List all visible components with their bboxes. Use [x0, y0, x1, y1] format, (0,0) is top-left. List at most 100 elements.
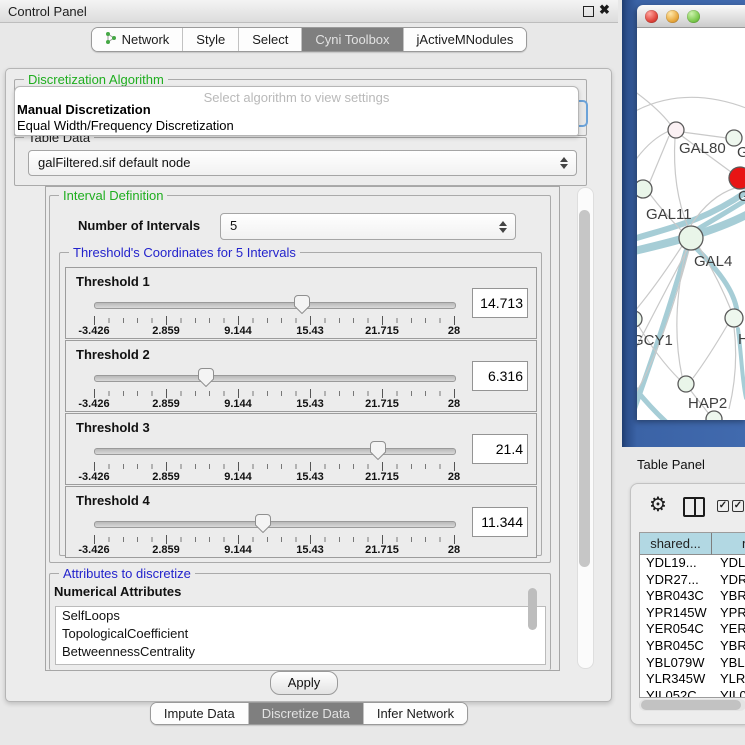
table-row[interactable]: YPR145WYPR1...	[640, 605, 745, 622]
node-label: H	[738, 331, 745, 348]
major-tick	[238, 535, 239, 544]
slider-ticks	[94, 318, 455, 323]
table-data-group: Table Data galFiltered.sif default node	[14, 137, 587, 186]
column-header[interactable]: shared...	[640, 533, 712, 555]
node-table[interactable]: shared...na... YDL19...YDL1...YDR27...YD…	[639, 532, 745, 698]
tab-impute-data[interactable]: Impute Data	[151, 703, 249, 724]
number-of-intervals-combo[interactable]: 5	[220, 213, 516, 240]
float-window-icon[interactable]	[583, 6, 594, 17]
major-tick	[94, 462, 95, 471]
columns-icon[interactable]	[683, 497, 705, 517]
threshold-slider[interactable]: -3.4262.8599.14415.4321.71528	[90, 367, 459, 407]
threshold-row: Threshold 4-3.4262.8599.14415.4321.71528…	[65, 486, 537, 558]
node-label: GAL80	[679, 140, 726, 157]
scrollbar-thumb[interactable]	[579, 210, 590, 567]
major-tick	[382, 535, 383, 544]
tick-label: -3.426	[78, 398, 109, 410]
cell-name: YBL0...	[713, 655, 745, 672]
network-node-gal80[interactable]	[668, 122, 684, 138]
panel-vertical-scrollbar[interactable]	[577, 187, 594, 669]
network-node[interactable]	[725, 309, 743, 327]
major-tick	[238, 389, 239, 398]
slider-thumb[interactable]	[255, 514, 271, 538]
cell-shared-name: YER054C	[640, 621, 713, 638]
slider-tick-labels: -3.4262.8599.14415.4321.71528	[94, 544, 455, 556]
major-tick	[238, 462, 239, 471]
major-tick	[454, 535, 455, 544]
table-row[interactable]: YBR043CYBR0...	[640, 588, 745, 605]
scrollbar-thumb[interactable]	[641, 700, 741, 710]
major-tick	[238, 316, 239, 325]
threshold-value-field[interactable]: 6.316	[472, 361, 528, 391]
list-item[interactable]: BetweennessCentrality	[56, 643, 545, 661]
cyni-toolbox-panel: Discretization Algorithm Select algorith…	[5, 68, 612, 702]
major-tick	[454, 316, 455, 325]
algorithm-option-equal-width[interactable]: Equal Width/Frequency Discretization	[17, 118, 234, 133]
tab-label: Cyni Toolbox	[315, 32, 389, 47]
tab-label: jActiveMNodules	[417, 32, 514, 47]
threshold-value-field[interactable]: 11.344	[472, 507, 528, 537]
tab-network[interactable]: Network	[92, 28, 184, 51]
list-item[interactable]: TopologicalCoefficient	[56, 625, 545, 643]
slider-ticks	[94, 391, 455, 396]
slider-tick-labels: -3.4262.8599.14415.4321.71528	[94, 398, 455, 410]
algorithm-option-manual[interactable]: Manual Discretization	[17, 102, 151, 117]
node-label: HAP2	[688, 395, 727, 412]
cell-name: YIL0...	[713, 688, 745, 698]
thresholds-group: Threshold's Coordinates for 5 Intervals …	[59, 252, 542, 556]
tab-select[interactable]: Select	[239, 28, 302, 51]
network-node[interactable]	[729, 167, 745, 189]
apply-button[interactable]: Apply	[270, 671, 338, 695]
close-traffic-light-icon[interactable]	[645, 10, 658, 23]
attributes-group-label: Attributes to discretize	[59, 566, 195, 581]
table-row[interactable]: YDR27...YDR2...	[640, 572, 745, 589]
minimize-traffic-light-icon[interactable]	[666, 10, 679, 23]
numerical-attributes-list[interactable]: SelfLoopsTopologicalCoefficientBetweenne…	[55, 606, 546, 665]
threshold-slider[interactable]: -3.4262.8599.14415.4321.71528	[90, 294, 459, 334]
list-item[interactable]: SelfLoops	[56, 607, 545, 625]
attributes-list-scrollbar[interactable]	[528, 588, 537, 630]
checkbox-icon[interactable]: ✓	[732, 500, 744, 512]
network-canvas[interactable]: GAL80GAGGAL11GAL4GCY1HHAP2	[637, 28, 745, 420]
tab-jactivemnodules[interactable]: jActiveMNodules	[404, 28, 527, 51]
network-node-gal4[interactable]	[679, 226, 703, 250]
tab-discretize-data[interactable]: Discretize Data	[249, 703, 364, 724]
checkbox-icon[interactable]: ✓	[717, 500, 729, 512]
table-row[interactable]: YLR345WYLR3...	[640, 671, 745, 688]
zoom-traffic-light-icon[interactable]	[687, 10, 700, 23]
table-horizontal-scrollbar[interactable]	[639, 699, 745, 711]
threshold-slider[interactable]: -3.4262.8599.14415.4321.71528	[90, 440, 459, 480]
tick-label: 15.43	[296, 471, 324, 483]
threshold-slider[interactable]: -3.4262.8599.14415.4321.71528	[90, 513, 459, 553]
tab-infer-network[interactable]: Infer Network	[364, 703, 467, 724]
table-row[interactable]: YDL19...YDL1...	[640, 555, 745, 572]
table-row[interactable]: YBR045CYBR0...	[640, 638, 745, 655]
threshold-value-field[interactable]: 14.713	[472, 288, 528, 318]
network-edge	[637, 88, 670, 124]
network-window-titlebar[interactable]	[637, 5, 745, 28]
network-node[interactable]	[637, 180, 652, 198]
threshold-label: Threshold 1	[76, 274, 150, 289]
tick-label: -3.426	[78, 325, 109, 337]
table-data-combo[interactable]: galFiltered.sif default node	[28, 150, 577, 176]
network-node-gcy1[interactable]	[637, 311, 642, 327]
tick-label: 28	[448, 398, 460, 410]
tab-cyni-toolbox[interactable]: Cyni Toolbox	[302, 28, 403, 51]
column-header[interactable]: na...	[712, 533, 745, 555]
slider-thumb[interactable]	[294, 295, 310, 319]
tick-label: 28	[448, 325, 460, 337]
gear-icon[interactable]: ⚙	[649, 492, 667, 517]
table-row[interactable]: YER054CYER0...	[640, 621, 745, 638]
close-icon[interactable]: ✖	[599, 2, 610, 18]
slider-thumb[interactable]	[198, 368, 214, 392]
cell-shared-name: YPR145W	[640, 605, 713, 622]
network-node-hap2[interactable]	[678, 376, 694, 392]
threshold-row: Threshold 2-3.4262.8599.14415.4321.71528…	[65, 340, 537, 412]
table-row[interactable]: YBL079WYBL0...	[640, 655, 745, 672]
table-row[interactable]: YIL052CYIL0...	[640, 688, 745, 698]
threshold-value-field[interactable]: 21.4	[472, 434, 528, 464]
spinner-arrows-icon	[499, 221, 506, 233]
tick-label: 21.715	[365, 398, 399, 410]
slider-thumb[interactable]	[370, 441, 386, 465]
tab-style[interactable]: Style	[183, 28, 239, 51]
